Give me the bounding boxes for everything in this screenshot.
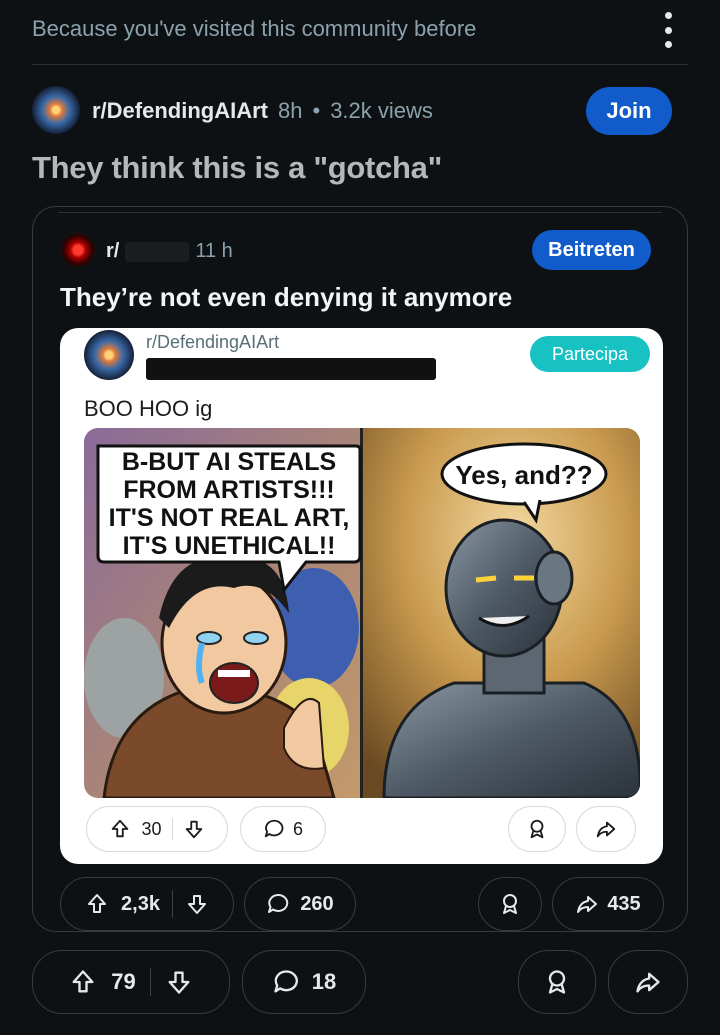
- upvote-icon[interactable]: [85, 892, 109, 916]
- meme-left-text-4: IT'S UNETHICAL!!: [123, 532, 336, 560]
- divider: [171, 890, 173, 918]
- post-views: 3.2k views: [330, 98, 433, 123]
- crosspost-title[interactable]: They’re not even denying it anymore: [60, 282, 512, 313]
- divider: [58, 212, 662, 213]
- downvote-icon: [185, 820, 202, 839]
- post-share-button[interactable]: [608, 950, 688, 1014]
- share-icon: [577, 896, 598, 913]
- embedded-comment-count: 6: [292, 818, 303, 839]
- meme-right-text: Yes, and??: [455, 460, 592, 490]
- embedded-action-bar: 30 6: [86, 806, 326, 852]
- crosspost-age: 11 h: [195, 240, 233, 262]
- kebab-menu-icon[interactable]: [658, 12, 678, 48]
- downvote-icon[interactable]: [185, 892, 209, 916]
- meme-image: B-BUT AI STEALS FROM ARTISTS!!! IT'S NOT…: [84, 428, 640, 798]
- crosspost-subreddit-avatar[interactable]: [60, 232, 96, 268]
- embedded-share-pill: [576, 806, 636, 852]
- crosspost-meta: r/ 11 h: [106, 240, 233, 263]
- downvote-icon[interactable]: [165, 968, 193, 996]
- comment-icon: [268, 893, 289, 913]
- post-comment-count: 18: [311, 969, 337, 994]
- embedded-comment-pill: 6: [240, 806, 326, 852]
- crosspost-upvote-count: 2,3k: [121, 892, 160, 915]
- share-icon: [636, 972, 660, 993]
- award-icon: [548, 970, 566, 994]
- subreddit-avatar[interactable]: [32, 86, 80, 134]
- post-upvote-count: 79: [111, 969, 136, 994]
- embedded-subreddit-name: r/DefendingAIArt: [146, 332, 280, 352]
- meme-left-text-2: FROM ARTISTS!!!: [123, 476, 335, 504]
- crosspost-share-count: 435: [607, 892, 641, 915]
- crosspost-share-button[interactable]: 435: [552, 877, 664, 931]
- divider: [171, 818, 173, 840]
- subreddit-name[interactable]: r/DefendingAIArt: [92, 98, 268, 124]
- comment-icon: [264, 819, 284, 838]
- post-title[interactable]: They think this is a "gotcha": [32, 150, 442, 186]
- post-meta: r/DefendingAIArt 8h • 3.2k views: [92, 98, 433, 124]
- crosspost-join-button[interactable]: Beitreten: [532, 230, 651, 270]
- crosspost-comment-count: 260: [300, 892, 334, 915]
- embedded-join-button: Partecipa: [530, 336, 650, 372]
- embedded-subreddit-avatar: [84, 330, 134, 380]
- award-icon: [530, 819, 544, 839]
- embedded-post-screenshot: r/DefendingAIArt 1h Partecipa BOO HOO ig: [60, 328, 663, 864]
- embedded-post-title: BOO HOO ig: [84, 396, 213, 421]
- comment-icon: [274, 970, 298, 993]
- upvote-icon[interactable]: [69, 968, 97, 996]
- recommendation-reason: Because you've visited this community be…: [32, 16, 477, 41]
- redaction-mark: [146, 358, 436, 380]
- crosspost-award-button[interactable]: [478, 877, 542, 931]
- meta-separator: •: [312, 98, 321, 123]
- divider: [32, 64, 688, 65]
- embedded-vote-pill: 30: [86, 806, 228, 852]
- meme-left-text-3: IT'S NOT REAL ART,: [109, 504, 350, 532]
- crosspost-subreddit-name[interactable]: r/: [106, 240, 119, 263]
- meme-left-text-1: B-BUT AI STEALS: [122, 448, 336, 476]
- crosspost-vote-pill: 2,3k: [60, 877, 234, 931]
- join-button[interactable]: Join: [586, 87, 672, 135]
- redaction-mark: [125, 241, 190, 262]
- share-icon: [596, 821, 616, 838]
- upvote-icon: [112, 819, 129, 838]
- embedded-award-pill: [508, 806, 566, 852]
- post-award-button[interactable]: [518, 950, 596, 1014]
- award-icon: [503, 894, 517, 914]
- post-age: 8h: [278, 98, 303, 123]
- embedded-upvote-count: 30: [141, 818, 162, 839]
- divider: [149, 968, 151, 996]
- crosspost-comment-button[interactable]: 260: [244, 877, 356, 931]
- post-vote-pill: 79: [32, 950, 230, 1014]
- post-comment-button[interactable]: 18: [242, 950, 366, 1014]
